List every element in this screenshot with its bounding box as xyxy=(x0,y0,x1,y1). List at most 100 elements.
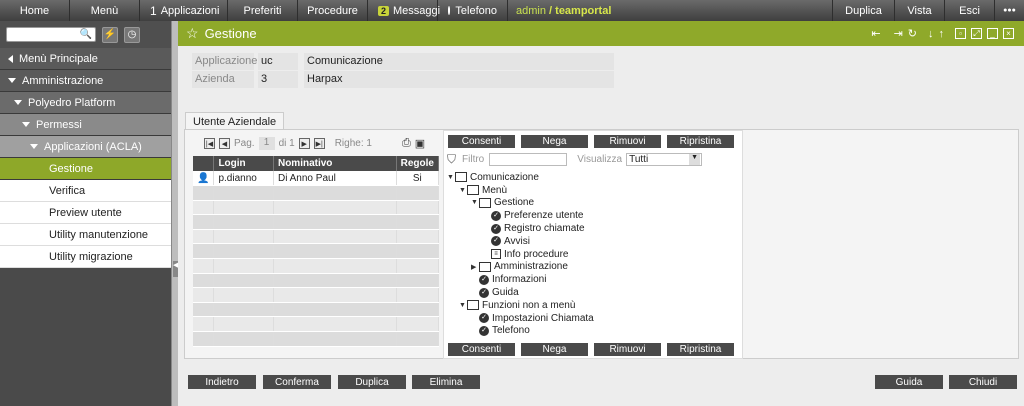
confirm-button[interactable]: Conferma xyxy=(263,375,331,389)
tree-node[interactable]: ✓ Avvisi xyxy=(444,235,594,248)
restore-button[interactable]: Ripristina xyxy=(667,135,734,148)
grid-col-rules[interactable]: Regole xyxy=(396,156,440,171)
tree-node[interactable]: ▼ Comunicazione xyxy=(444,171,594,184)
tab-utente-aziendale[interactable]: Utente Aziendale xyxy=(185,112,285,130)
table-row[interactable] xyxy=(193,185,440,201)
grid-col-login[interactable]: Login xyxy=(213,156,274,171)
filter-row: ⛉ Filtro Visualizza Tutti ▼ xyxy=(447,152,703,167)
sidebar-item-verifica[interactable]: Verifica xyxy=(0,180,171,202)
phone-button[interactable]: Telefono xyxy=(438,0,508,21)
help-button[interactable]: Guida xyxy=(875,375,943,389)
table-row[interactable] xyxy=(193,331,440,347)
sidebar-splitter[interactable]: ◀ xyxy=(171,21,178,406)
tree-node[interactable]: ✓ Impostazioni Chiamata xyxy=(444,312,594,325)
grant-button[interactable]: Consenti xyxy=(448,135,515,148)
remove-button-bottom[interactable]: Rimuovi xyxy=(594,343,661,356)
tree-node-label: Funzioni non a menù xyxy=(482,299,576,311)
applications-button[interactable]: 1 Applicazioni xyxy=(140,0,228,21)
procedures-button[interactable]: Procedure xyxy=(298,0,368,21)
tree-node[interactable]: ✓ Informazioni xyxy=(444,273,594,286)
table-row[interactable] xyxy=(193,287,440,303)
tree-node[interactable]: ✓ Preferenze utente xyxy=(444,209,594,222)
prev-page-icon[interactable]: ◀ xyxy=(219,138,230,149)
table-row[interactable] xyxy=(193,273,440,289)
procedures-label: Procedure xyxy=(307,4,358,17)
grant-button-bottom[interactable]: Consenti xyxy=(448,343,515,356)
table-row[interactable] xyxy=(193,214,440,230)
filter-input[interactable] xyxy=(489,153,568,166)
duplicate-top-button[interactable]: Duplica xyxy=(832,0,894,21)
row-name: Di Anno Paul xyxy=(273,171,397,187)
table-row[interactable] xyxy=(193,258,440,274)
next-page-icon[interactable]: ▶ xyxy=(298,138,310,149)
tree-node[interactable]: ≡ Info procedure xyxy=(444,248,594,261)
deny-button[interactable]: Nega xyxy=(521,135,588,148)
remove-button[interactable]: Rimuovi xyxy=(594,135,661,148)
sidebar-item-acla[interactable]: Applicazioni (ACLA) xyxy=(0,136,171,158)
sidebar-item-label: Polyedro Platform xyxy=(28,96,116,109)
messages-button[interactable]: 2 Messaggi xyxy=(368,0,440,21)
grid-col-name[interactable]: Nominativo xyxy=(273,156,397,171)
sidebar-item-polyedro[interactable]: Polyedro Platform xyxy=(0,92,171,114)
arrow-down-icon[interactable]: ↓ xyxy=(928,28,934,40)
expand-arrow-icon[interactable]: ▼ xyxy=(459,187,467,194)
view-button[interactable]: Vista xyxy=(894,0,944,21)
more-options-icon[interactable]: ●●● xyxy=(994,0,1024,21)
first-page-icon[interactable]: |◀ xyxy=(204,138,215,149)
minimize-icon[interactable]: _ xyxy=(987,28,998,39)
sidebar-item-administration[interactable]: Amministrazione xyxy=(0,70,171,92)
sidebar-item-permissions[interactable]: Permessi xyxy=(0,114,171,136)
table-row[interactable] xyxy=(193,316,440,333)
last-page-icon[interactable]: ▶| xyxy=(313,138,325,149)
arrow-up-icon[interactable]: ↑ xyxy=(939,28,945,40)
maximize-icon[interactable]: ⤢ xyxy=(971,28,982,39)
favorites-button[interactable]: Preferiti xyxy=(228,0,298,21)
sidebar-item-preview[interactable]: Preview utente xyxy=(0,202,171,224)
tree-node[interactable]: ✓ Guida xyxy=(444,286,594,299)
tree-node[interactable]: ▼ Menù xyxy=(444,184,594,197)
exit-button[interactable]: Esci xyxy=(944,0,994,21)
star-icon[interactable]: ☆ xyxy=(186,25,199,42)
collapse-icon[interactable]: ⇤ xyxy=(871,27,880,40)
save-icon[interactable]: ▣ xyxy=(415,137,425,150)
close-icon[interactable]: × xyxy=(1003,28,1014,39)
lightning-icon[interactable]: ⚡ xyxy=(102,26,118,43)
search-icon[interactable]: 🔍 xyxy=(80,29,92,40)
page-number-input[interactable]: 1 xyxy=(258,137,275,150)
duplicate-button[interactable]: Duplica xyxy=(338,375,406,389)
expand-arrow-icon[interactable]: ▼ xyxy=(471,199,479,206)
table-row[interactable] xyxy=(193,302,440,318)
sidebar-item-utility-maintenance[interactable]: Utility manutenzione xyxy=(0,224,171,246)
table-row[interactable] xyxy=(193,229,440,245)
export-icon[interactable]: ⇥ xyxy=(894,27,903,40)
back-button[interactable]: Indietro xyxy=(188,375,256,389)
tree-node[interactable]: ✓ Telefono xyxy=(444,325,594,338)
sidebar-search-input[interactable]: 🔍 xyxy=(6,27,96,42)
expand-arrow-icon[interactable]: ▼ xyxy=(459,302,467,309)
table-row[interactable] xyxy=(193,243,440,260)
collapsed-arrow-icon[interactable]: ▶ xyxy=(471,263,479,271)
print-icon[interactable]: ⎙ xyxy=(402,137,411,150)
clock-icon[interactable]: ◷ xyxy=(124,26,140,43)
view-select[interactable]: Tutti ▼ xyxy=(626,153,703,166)
expand-arrow-icon[interactable]: ▼ xyxy=(447,174,455,181)
tree-node[interactable]: ▼ Funzioni non a menù xyxy=(444,299,594,312)
refresh-icon[interactable]: ↻ xyxy=(908,27,917,40)
table-row[interactable] xyxy=(193,200,440,216)
sidebar-item-gestione[interactable]: Gestione xyxy=(0,158,171,180)
company-desc-field: Harpax xyxy=(304,71,614,88)
tree-node[interactable]: ▼ Gestione xyxy=(444,197,594,210)
menu-button[interactable]: Menù xyxy=(70,0,140,21)
deny-label: Nega xyxy=(542,136,567,147)
delete-button[interactable]: Elimina xyxy=(412,375,480,389)
tree-node[interactable]: ▶ Amministrazione xyxy=(444,261,594,274)
deny-button-bottom[interactable]: Nega xyxy=(521,343,588,356)
restore-button-bottom[interactable]: Ripristina xyxy=(667,343,734,356)
close-button[interactable]: Chiudi xyxy=(949,375,1017,389)
restore-window-icon[interactable]: ▫ xyxy=(955,28,966,39)
table-row[interactable]: 👤 p.dianno Di Anno Paul Si xyxy=(193,171,440,187)
tree-node[interactable]: ✓ Registro chiamate xyxy=(444,222,594,235)
sidebar-item-utility-migration[interactable]: Utility migrazione xyxy=(0,246,171,268)
home-button[interactable]: Home xyxy=(0,0,70,21)
sidebar-item-main-menu[interactable]: Menù Principale xyxy=(0,48,171,70)
